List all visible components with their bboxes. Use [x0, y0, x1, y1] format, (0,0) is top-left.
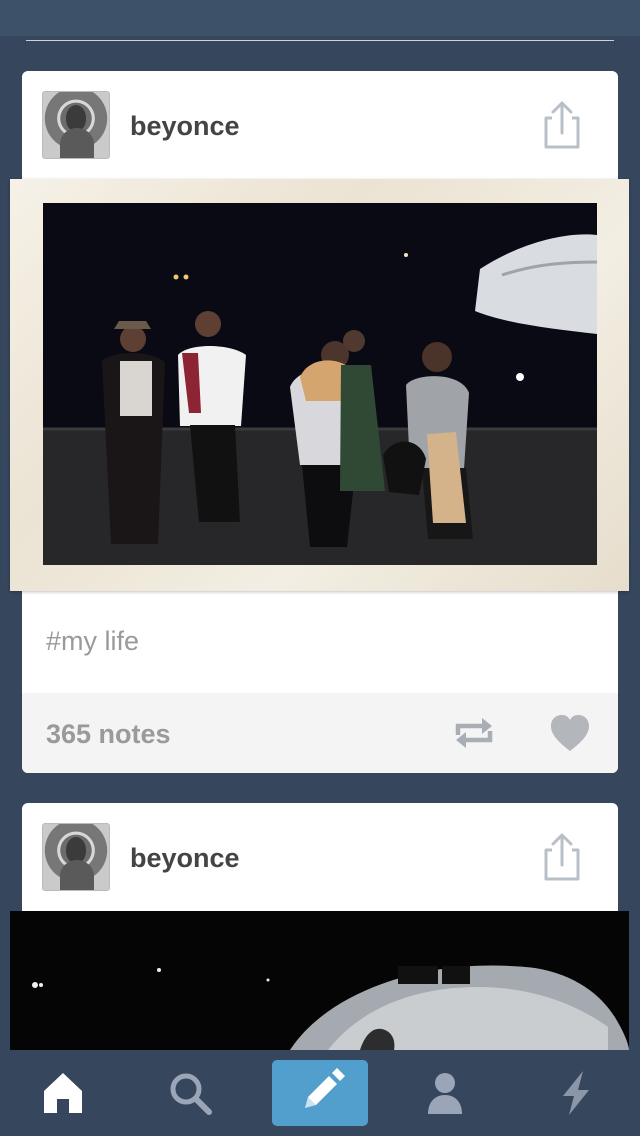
lightning-icon [563, 1071, 589, 1115]
share-icon [544, 101, 580, 149]
post-caption-tag[interactable]: #my life [46, 626, 139, 657]
post-footer: 365 notes [22, 693, 618, 773]
post-photo[interactable] [10, 179, 629, 591]
tab-compose[interactable] [272, 1050, 368, 1136]
share-icon [544, 833, 580, 881]
notes-count[interactable]: 365 notes [46, 719, 171, 750]
post-header-2: beyonce [22, 803, 618, 911]
share-button[interactable] [540, 99, 584, 151]
photo-content-2 [32, 965, 629, 1050]
tab-account[interactable] [400, 1050, 490, 1136]
blog-name[interactable]: beyonce [130, 111, 240, 142]
like-button[interactable] [548, 713, 592, 753]
reblog-button[interactable] [452, 713, 496, 753]
home-icon [44, 1073, 82, 1113]
person-icon [428, 1073, 462, 1114]
blog-name-2[interactable]: beyonce [130, 843, 240, 874]
tab-activity[interactable] [531, 1050, 621, 1136]
photo-content [43, 203, 598, 565]
top-divider [26, 40, 614, 41]
blog-avatar[interactable] [42, 91, 110, 159]
tab-home[interactable] [18, 1050, 108, 1136]
search-icon [170, 1073, 212, 1115]
tab-search[interactable] [145, 1050, 235, 1136]
bottom-tab-bar [0, 1050, 640, 1136]
status-bar-area [0, 0, 640, 36]
pencil-icon [305, 1068, 345, 1108]
heart-icon [551, 715, 589, 751]
post-photo-2[interactable] [10, 911, 629, 1050]
blog-avatar-2[interactable] [42, 823, 110, 891]
share-button-2[interactable] [540, 831, 584, 883]
post-header: beyonce [22, 71, 618, 179]
dashboard-screen: beyonce #my life 365 notes beyonce [0, 0, 640, 1136]
reblog-icon [455, 718, 493, 748]
